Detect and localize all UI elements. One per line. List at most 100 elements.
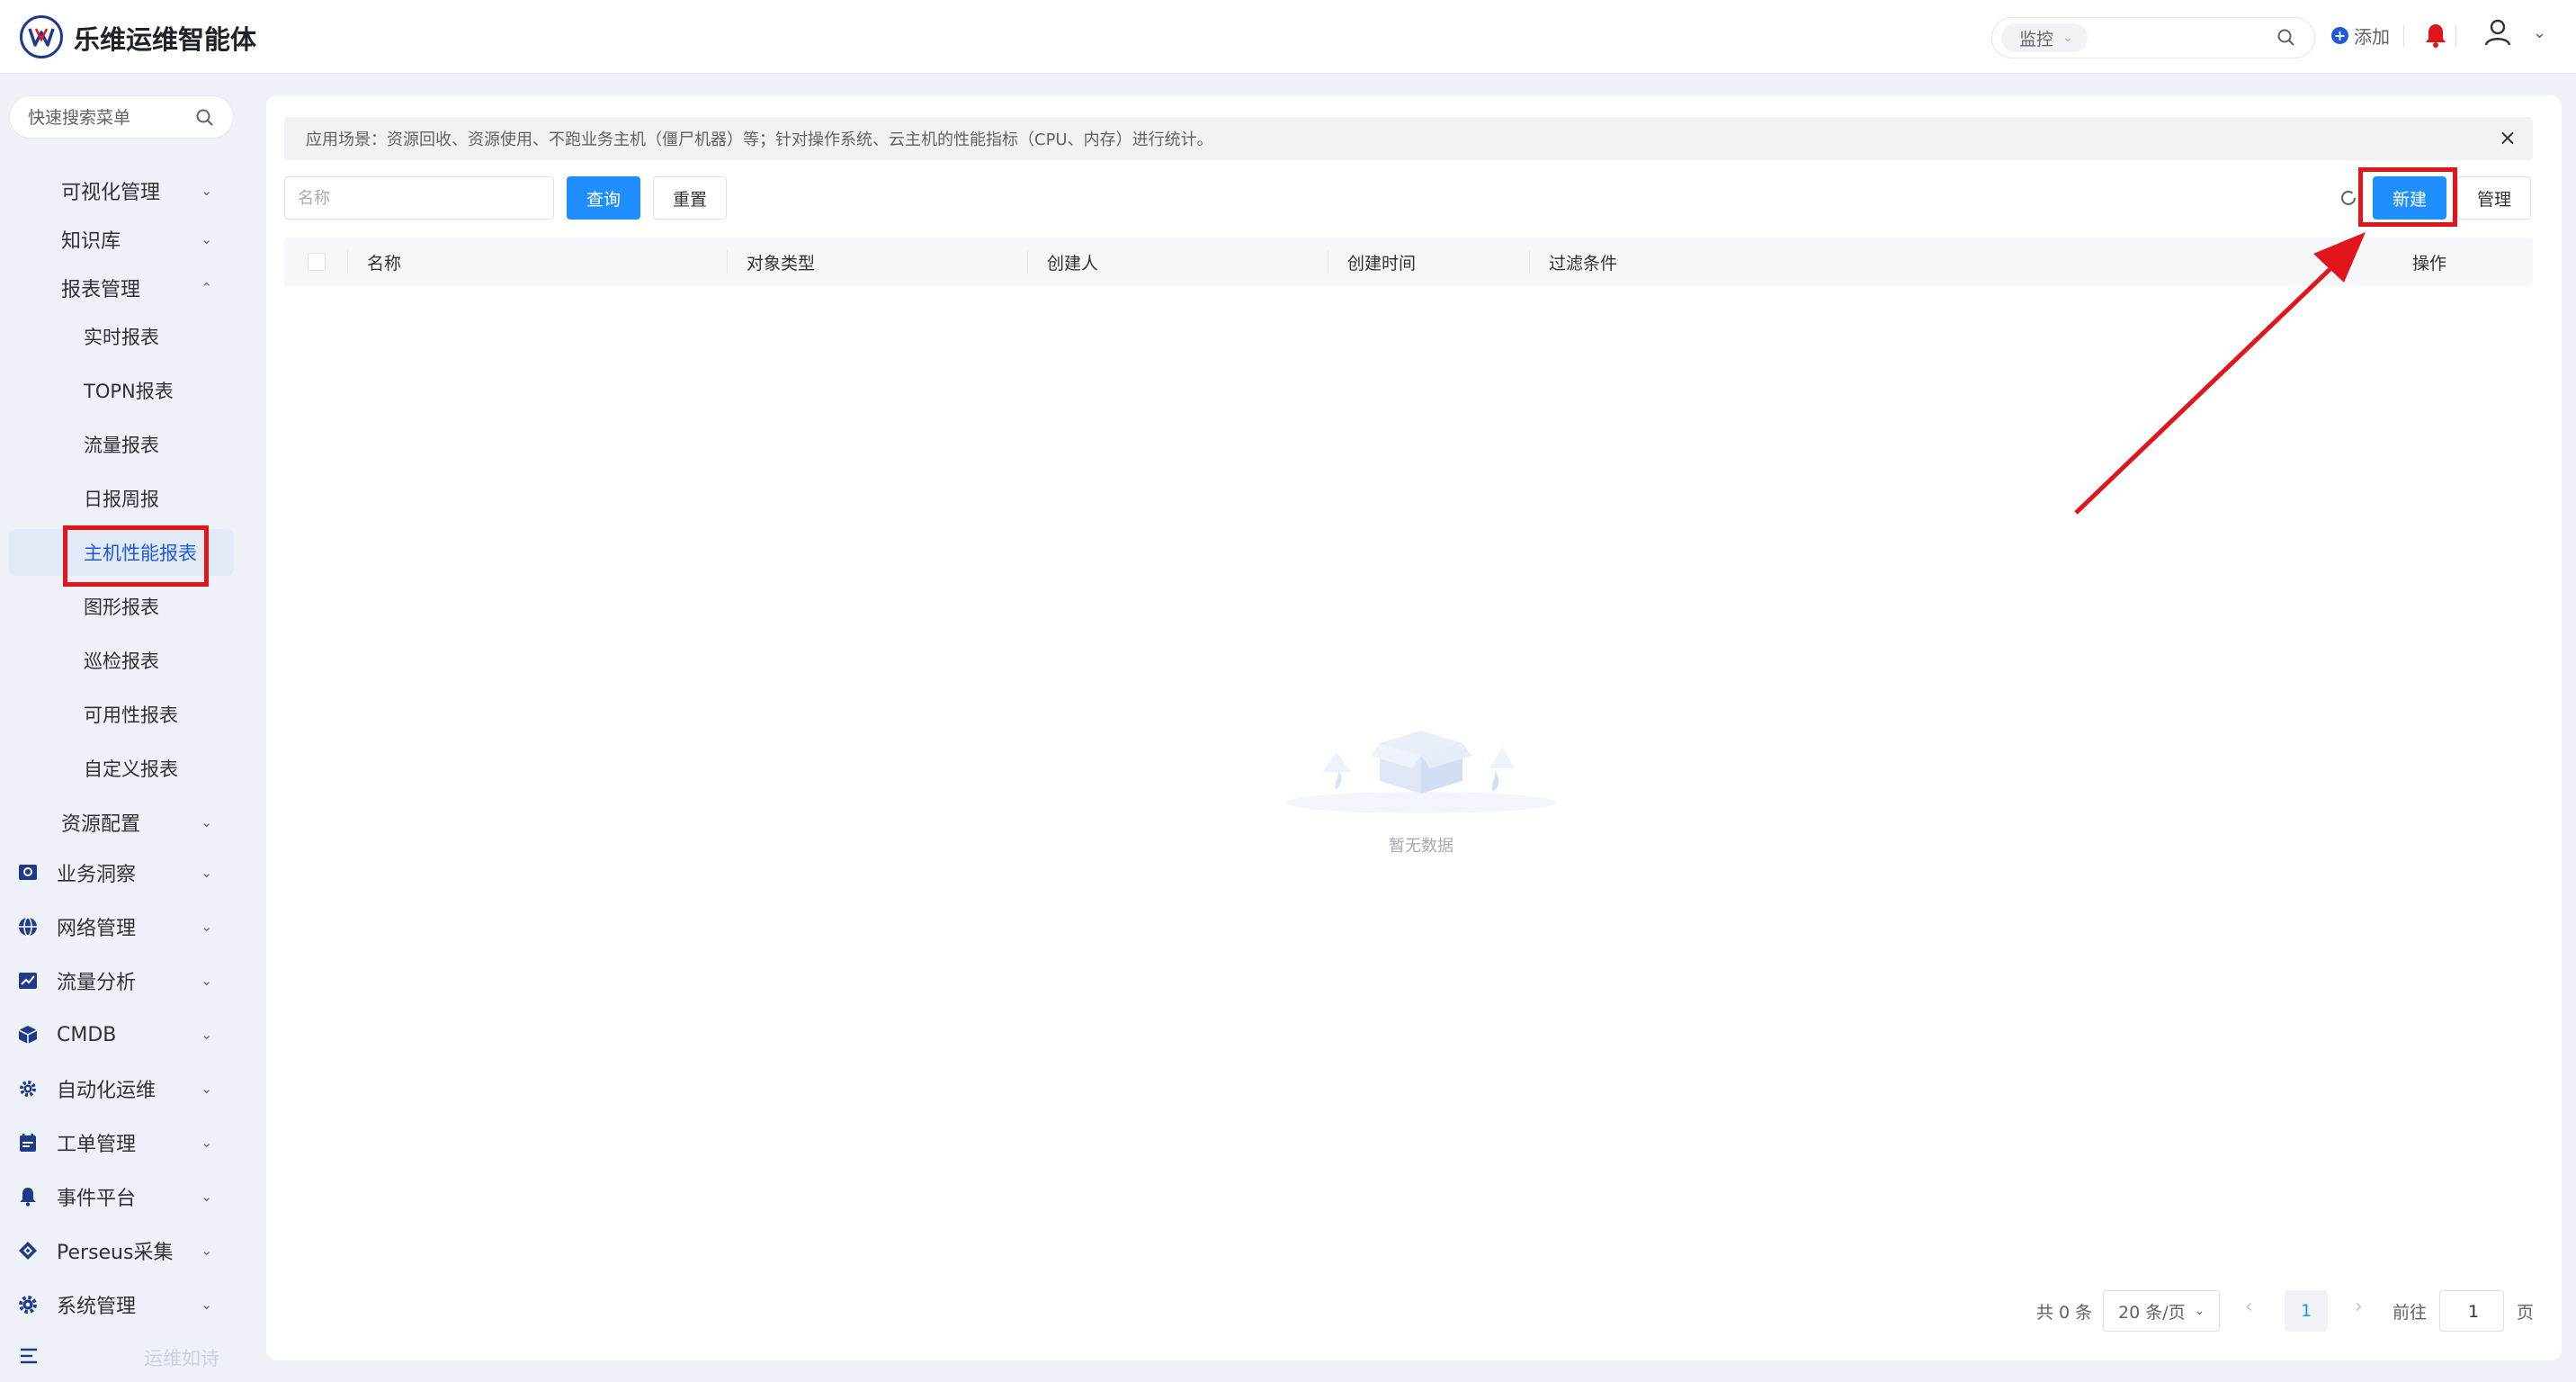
- sidebar-item-inspection-report[interactable]: 巡检报表: [9, 637, 234, 684]
- chevron-down-icon: ⌄: [2194, 1304, 2205, 1318]
- sidebar-item-label: 巡检报表: [84, 651, 159, 672]
- search-icon[interactable]: [195, 108, 215, 131]
- column-separator: [347, 250, 348, 274]
- notification-bell-icon[interactable]: [2424, 22, 2447, 52]
- sidebar-item-network-management[interactable]: 网络管理 ⌄: [9, 903, 234, 950]
- goto-page-field[interactable]: [2439, 1290, 2507, 1333]
- refresh-icon[interactable]: [2339, 188, 2358, 211]
- query-button[interactable]: 查询: [567, 176, 640, 220]
- sidebar-item-label: 业务洞察: [57, 864, 137, 886]
- name-filter-input[interactable]: [285, 177, 553, 219]
- sidebar-item-traffic-report[interactable]: 流量报表: [9, 421, 234, 468]
- main-panel: 应用场景：资源回收、资源使用、不跑业务主机（僵尸机器）等；针对操作系统、云主机的…: [266, 95, 2562, 1360]
- goto-label: 前往: [2393, 1303, 2428, 1323]
- chevron-down-icon: ⌄: [201, 183, 212, 199]
- global-search[interactable]: 监控 ⌄: [1991, 17, 2315, 58]
- next-page-icon[interactable]: ›: [2355, 1296, 2363, 1318]
- page-size-label: 20 条/页: [2118, 1302, 2186, 1323]
- settings-icon: [19, 1296, 37, 1314]
- sidebar-item-label: 日报周报: [84, 489, 159, 510]
- chevron-down-icon: ⌄: [201, 231, 212, 247]
- search-scope-select[interactable]: 监控 ⌄: [2001, 23, 2088, 52]
- sidebar-item-perseus-collection[interactable]: Perseus采集 ⌄: [9, 1227, 234, 1274]
- sidebar-item-ticket-management[interactable]: 工单管理 ⌄: [9, 1119, 234, 1166]
- add-button[interactable]: + 添加: [2331, 22, 2390, 49]
- chevron-down-icon: ⌄: [201, 919, 212, 935]
- sidebar-item-event-platform[interactable]: 事件平台 ⌄: [9, 1173, 234, 1220]
- sidebar-item-label: CMDB: [57, 1023, 117, 1046]
- sidebar-item-graph-report[interactable]: 图形报表: [9, 583, 234, 630]
- sidebar-item-topn-report[interactable]: TOPN报表: [9, 367, 234, 414]
- sidebar-item-visual-management[interactable]: 可视化管理 ⌄: [9, 167, 234, 214]
- chevron-down-icon: ⌄: [201, 1189, 212, 1205]
- sidebar-item-label: 事件平台: [57, 1188, 137, 1210]
- sidebar-item-daily-weekly-report[interactable]: 日报周报: [9, 475, 234, 522]
- sidebar-item-label: 工单管理: [57, 1134, 137, 1156]
- chevron-down-icon: ⌄: [201, 1081, 212, 1097]
- chevron-down-icon: ⌄: [2062, 31, 2073, 45]
- chevron-down-icon: ⌄: [201, 865, 212, 881]
- chevron-down-icon: ⌄: [201, 973, 212, 989]
- sidebar-item-label: 资源配置: [61, 813, 141, 836]
- menu-search-input[interactable]: [26, 105, 192, 130]
- prev-page-icon[interactable]: ‹: [2245, 1296, 2253, 1318]
- column-header-object-type[interactable]: 对象类型: [747, 238, 815, 286]
- sidebar-item-knowledge-base[interactable]: 知识库 ⌄: [9, 216, 234, 263]
- sidebar-item-label: 实时报表: [84, 327, 159, 348]
- empty-text: 暂无数据: [1389, 837, 1453, 856]
- top-bar: 乐维运维智能体 监控 ⌄ + 添加 ⌄: [0, 0, 2576, 74]
- page-number-current[interactable]: 1: [2285, 1290, 2328, 1332]
- column-header-actions: 操作: [2412, 253, 2447, 274]
- calendar-icon: [20, 1134, 36, 1152]
- sidebar-item-system-management[interactable]: 系统管理 ⌄: [9, 1281, 234, 1328]
- sidebar-item-label: 网络管理: [57, 918, 137, 940]
- collapse-menu-icon[interactable]: [20, 1347, 40, 1369]
- usage-notice: 应用场景：资源回收、资源使用、不跑业务主机（僵尸机器）等；针对操作系统、云主机的…: [284, 117, 2533, 160]
- app-title: 乐维运维智能体: [74, 24, 257, 55]
- column-header-filter-conditions[interactable]: 过滤条件: [1549, 238, 1617, 286]
- user-avatar-icon[interactable]: [2484, 18, 2511, 50]
- menu-search[interactable]: [9, 95, 234, 139]
- search-icon[interactable]: [2276, 28, 2296, 51]
- close-icon[interactable]: ×: [2499, 127, 2517, 148]
- column-header-creator[interactable]: 创建人: [1047, 238, 1098, 286]
- sidebar-item-custom-report[interactable]: 自定义报表: [9, 745, 234, 792]
- empty-box-icon: [1286, 731, 1556, 813]
- reset-button[interactable]: 重置: [653, 176, 727, 220]
- sidebar-item-label: 报表管理: [61, 279, 141, 301]
- sidebar-item-availability-report[interactable]: 可用性报表: [9, 691, 234, 738]
- sidebar-item-automation-ops[interactable]: 自动化运维 ⌄: [9, 1065, 234, 1112]
- sidebar-item-resource-config[interactable]: 资源配置 ⌄: [9, 799, 234, 846]
- sidebar-item-label: 系统管理: [57, 1296, 137, 1318]
- column-header-created-time[interactable]: 创建时间: [1347, 238, 1416, 286]
- goto-page-input[interactable]: [2440, 1291, 2507, 1333]
- sidebar-item-label: Perseus采集: [57, 1242, 174, 1264]
- notice-text: 应用场景：资源回收、资源使用、不跑业务主机（僵尸机器）等；针对操作系统、云主机的…: [306, 130, 1213, 149]
- page-size-select[interactable]: 20 条/页 ⌄: [2103, 1290, 2220, 1332]
- globe-icon: [19, 917, 37, 937]
- sidebar-item-host-performance-report[interactable]: 主机性能报表: [9, 529, 234, 576]
- column-separator: [1027, 250, 1028, 274]
- select-all-checkbox[interactable]: [308, 253, 326, 271]
- sidebar-item-traffic-analysis[interactable]: 流量分析 ⌄: [9, 957, 234, 1004]
- sidebar-item-label: TOPN报表: [84, 381, 174, 402]
- new-button[interactable]: 新建: [2373, 176, 2446, 220]
- logo-icon: [20, 15, 63, 58]
- table-header: 名称 对象类型 创建人 创建时间 过滤条件 操作: [284, 238, 2533, 286]
- column-header-name[interactable]: 名称: [367, 238, 401, 286]
- diamond-icon: [19, 1242, 37, 1260]
- sidebar-item-label: 知识库: [61, 230, 121, 253]
- sidebar-item-realtime-report[interactable]: 实时报表: [9, 313, 234, 360]
- plus-circle-icon: +: [2331, 27, 2348, 44]
- empty-state: 暂无数据: [1268, 716, 1574, 857]
- sidebar-item-cmdb[interactable]: CMDB ⌄: [9, 1011, 234, 1058]
- chevron-up-icon: ⌃: [201, 280, 212, 296]
- name-filter[interactable]: [284, 176, 554, 220]
- manage-button[interactable]: 管理: [2457, 176, 2531, 220]
- chevron-down-icon: ⌄: [201, 1027, 212, 1043]
- sidebar-item-business-insight[interactable]: 业务洞察 ⌄: [9, 849, 234, 896]
- sidebar-item-report-management[interactable]: 报表管理 ⌃: [9, 265, 234, 311]
- sidebar: 可视化管理 ⌄ 知识库 ⌄ 报表管理 ⌃ 实时报表 TOPN报表 流量报表 日报…: [0, 74, 252, 1382]
- chevron-down-icon[interactable]: ⌄: [2533, 23, 2546, 42]
- pagination-total: 共 0 条: [2036, 1303, 2093, 1323]
